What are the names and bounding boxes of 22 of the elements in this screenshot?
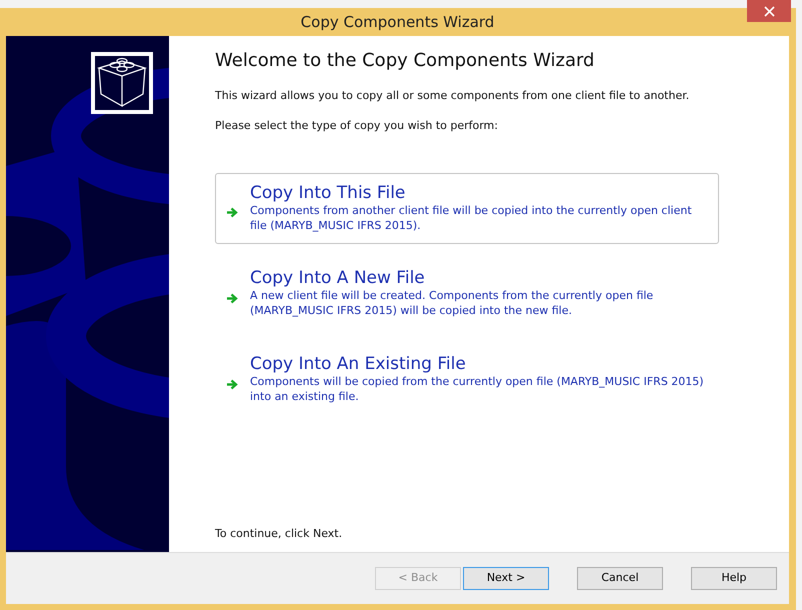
option-description: Components will be copied from the currently open file (MARYB_MUSIC IFRS 2015) into an existing file. [250, 375, 705, 405]
option-title: Copy Into This File [250, 182, 406, 204]
option-title: Copy Into An Existing File [250, 353, 467, 376]
close-button[interactable] [747, 0, 791, 22]
prompt-text: Please select the type of copy you wish to perform: [215, 118, 499, 134]
footer-note: To continue, click Next. [215, 526, 344, 542]
wizard-button[interactable]: Next > [463, 567, 549, 590]
wizard-button[interactable]: Help [691, 567, 777, 590]
arrow-icon [226, 378, 238, 390]
window-title: Copy Components Wizard [300, 12, 494, 33]
arrow-icon [226, 292, 238, 304]
option-description: A new client file will be created. Components from the currently open file (MARYB_MUSIC IFRS 2015) will be copied into the new file. [250, 289, 654, 320]
copy-option[interactable]: Copy Into A New File A new client file will be created. Components from the currently open file (MARYB_MUSIC IFRS 2015) will be copied into the new file. [215, 258, 719, 330]
option-description: Components from another client file will be copied into the currently open client file (MARYB_MUSIC IFRS 2015). [250, 204, 693, 234]
copy-option[interactable]: Copy Into This File Components from another client file will be copied into the currently open client file (MARYB_MUSIC IFRS 2015). [215, 172, 719, 244]
wizard-button[interactable]: Cancel [577, 567, 663, 590]
option-title: Copy Into A New File [250, 267, 426, 290]
arrow-icon [226, 206, 238, 218]
wizard-heading: Welcome to the Copy Components Wizard [215, 50, 596, 72]
intro-text: This wizard allows you to copy all or some components from one client file to another. [215, 88, 690, 104]
close-icon [764, 6, 774, 16]
copy-option[interactable]: Copy Into An Existing File Components will be copied from the currently open file (MARYB_MUSIC IFRS 2015) into an existing file. [215, 344, 719, 416]
